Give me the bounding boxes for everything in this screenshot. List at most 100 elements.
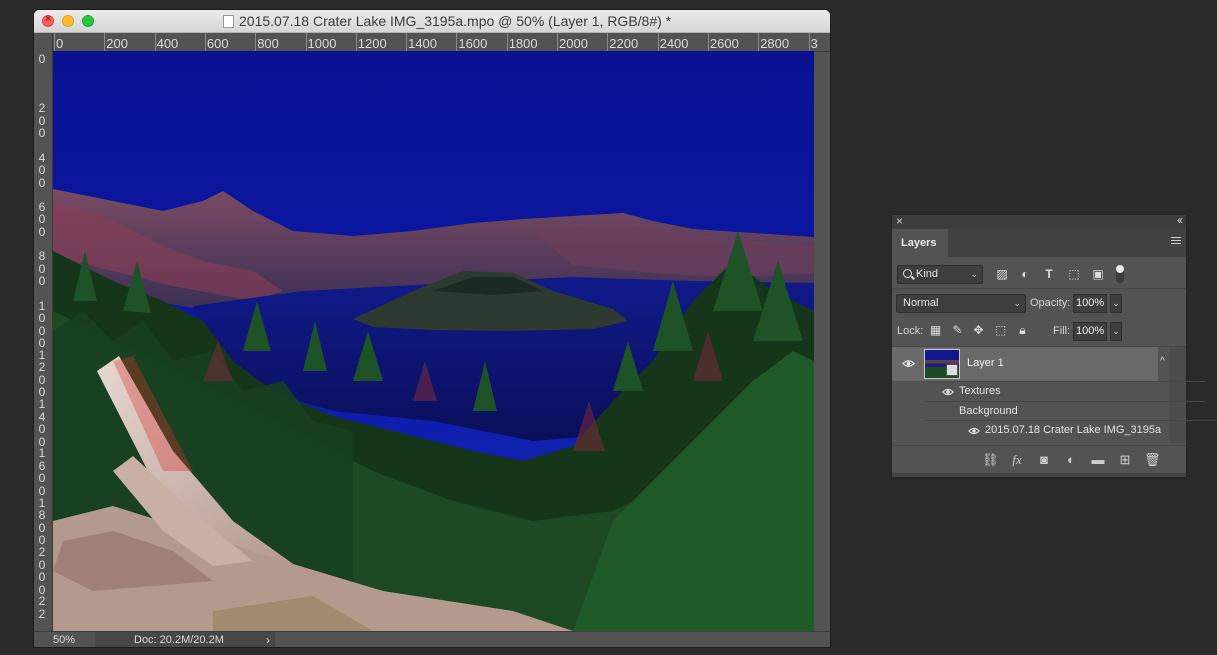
- close-panel-icon[interactable]: ×: [896, 214, 903, 228]
- ruler-label: 2600: [709, 36, 739, 51]
- ruler-label: 2200: [609, 36, 639, 51]
- mask-icon[interactable]: ◙: [1036, 452, 1052, 468]
- ruler-label: 1400: [408, 36, 438, 51]
- ruler-tick: [204, 33, 206, 51]
- opacity-label: Opacity:: [1030, 297, 1071, 309]
- lock-image-pixels-icon[interactable]: ✎: [951, 324, 964, 337]
- filter-name: Background: [959, 405, 1018, 417]
- ruler-tick: [154, 33, 156, 51]
- opacity-slider-toggle[interactable]: ⌄: [1110, 294, 1122, 313]
- ruler-label: 200: [106, 36, 128, 51]
- ruler-tick: [305, 33, 307, 51]
- divider: [892, 288, 1186, 289]
- ruler-tick: [456, 33, 458, 51]
- canvas-image[interactable]: [53, 51, 814, 631]
- ruler-tick: [808, 33, 810, 51]
- chevron-down-icon: ⌄: [970, 269, 978, 279]
- lock-all-icon[interactable]: 🔒︎: [1016, 324, 1029, 337]
- ruler-label: 1000: [38, 298, 46, 350]
- ruler-label: 2000: [38, 545, 46, 597]
- ruler-tick: [355, 33, 357, 51]
- layer-name[interactable]: Layer 1: [967, 357, 1004, 369]
- panel-header-bar[interactable]: × ‹‹: [892, 213, 1186, 229]
- filter-row-source[interactable]: 2015.07.18 Crater Lake IMG_3195a: [924, 420, 1217, 440]
- folder-icon[interactable]: ▬: [1090, 452, 1106, 468]
- adjustment-layer-filter-icon[interactable]: ◐: [1018, 267, 1032, 281]
- ruler-tick: [557, 33, 558, 51]
- layers-panel: × ‹‹ Layers Kind ⌄ ▨ ◐ T ⬚ ▣ Normal ⌄ Op…: [892, 213, 1217, 477]
- blend-mode-dropdown[interactable]: Normal ⌄: [896, 294, 1026, 313]
- shape-layer-filter-icon[interactable]: ⬚: [1067, 267, 1081, 281]
- smart-object-badge-icon: [946, 364, 958, 376]
- status-bar: 50% Doc: 20.2M/20.2M ›: [34, 631, 830, 647]
- crater-lake-photo: [53, 51, 814, 631]
- filter-row-background[interactable]: Background: [924, 401, 1205, 421]
- filter-row-textures[interactable]: Textures: [924, 381, 1205, 401]
- new-layer-icon[interactable]: ⊞: [1117, 452, 1133, 468]
- minimize-window-button[interactable]: [62, 15, 74, 27]
- ruler-label: 1200: [357, 36, 387, 51]
- ruler-label: 400: [156, 36, 179, 51]
- trash-icon[interactable]: 🗑︎: [1144, 452, 1161, 468]
- zoom-level-field[interactable]: 50%: [53, 634, 75, 646]
- tab-layers[interactable]: Layers: [892, 229, 948, 257]
- ruler-label: 0: [56, 36, 64, 51]
- filter-kind-label: Kind: [916, 268, 939, 280]
- vertical-ruler[interactable]: 0 200 400 600 800 10001200140016001800200022: [34, 51, 53, 631]
- status-menu-arrow-icon[interactable]: ›: [266, 633, 270, 647]
- ruler-tick: [255, 33, 257, 51]
- ruler-tick: [707, 33, 709, 51]
- horizontal-ruler[interactable]: 0 200 400 600 800 1000 1200 1400 1600 1800 2000 220…: [34, 33, 830, 52]
- blend-mode-value: Normal: [903, 297, 939, 309]
- close-window-button[interactable]: [42, 13, 54, 27]
- ruler-label: 2800: [760, 36, 790, 51]
- link-icon[interactable]: ⛓: [982, 452, 999, 468]
- document-window: 2015.07.18 Crater Lake IMG_3195a.mpo @ 5…: [34, 10, 830, 647]
- document-file-icon: [223, 15, 234, 28]
- search-icon: [903, 269, 912, 278]
- panel-menu-icon[interactable]: [1171, 237, 1181, 246]
- filter-kind-dropdown[interactable]: Kind ⌄: [897, 265, 983, 284]
- type-layer-filter-icon[interactable]: T: [1042, 267, 1056, 281]
- collapse-panel-icon[interactable]: ‹‹: [1177, 213, 1183, 227]
- ruler-origin[interactable]: [34, 33, 53, 51]
- ruler-label: 1800: [508, 36, 538, 51]
- layer-row-layer-1[interactable]: Layer 1: [892, 347, 1158, 381]
- document-size-info[interactable]: Doc: 20.2M/20.2M: [95, 632, 275, 647]
- ruler-label: 2400: [659, 36, 689, 51]
- lock-transparent-pixels-icon[interactable]: ▦: [929, 324, 942, 337]
- chevron-down-icon: ⌄: [1013, 298, 1021, 308]
- ruler-label: 800: [257, 36, 279, 51]
- ruler-label: 0: [38, 52, 46, 66]
- visibility-eye-icon[interactable]: [968, 425, 980, 437]
- fill-slider-toggle[interactable]: ⌄: [1110, 322, 1122, 341]
- layer-list: Layer 1 ^ Textures Background 2015.07.18…: [892, 347, 1217, 443]
- fx-icon[interactable]: fx: [1009, 452, 1025, 468]
- visibility-eye-icon[interactable]: [942, 386, 954, 398]
- visibility-eye-icon[interactable]: [902, 357, 915, 370]
- ruler-tick: [657, 33, 659, 51]
- zoom-window-button[interactable]: [82, 15, 94, 27]
- ruler-label: 1200: [38, 347, 46, 400]
- ruler-tick: [54, 33, 55, 51]
- ruler-label: 1600: [458, 36, 488, 51]
- ruler-tick: [406, 33, 408, 51]
- lock-artboard-icon[interactable]: ⬚: [994, 324, 1007, 337]
- ruler-label: 400: [38, 150, 46, 190]
- ruler-tick: [607, 33, 609, 51]
- opacity-field[interactable]: 100%: [1073, 294, 1107, 313]
- ruler-label: 3: [810, 36, 818, 51]
- panel-resize-edge[interactable]: [892, 473, 1186, 477]
- window-titlebar[interactable]: 2015.07.18 Crater Lake IMG_3195a.mpo @ 5…: [34, 10, 830, 33]
- adjustment-icon[interactable]: ◐: [1063, 452, 1079, 468]
- document-title: 2015.07.18 Crater Lake IMG_3195a.mpo @ 5…: [239, 13, 672, 29]
- pixel-layer-filter-icon[interactable]: ▨: [995, 267, 1009, 281]
- ruler-label: 2000: [559, 36, 588, 51]
- lock-position-icon[interactable]: ✥: [972, 324, 985, 337]
- smart-object-filter-icon[interactable]: ▣: [1091, 267, 1105, 281]
- collapse-filters-chevron-icon[interactable]: ^: [1160, 356, 1165, 367]
- fill-field[interactable]: 100%: [1073, 322, 1107, 341]
- ruler-label: 1600: [38, 446, 46, 498]
- filter-toggle-switch[interactable]: [1116, 265, 1124, 283]
- ruler-label: 1400: [38, 397, 46, 449]
